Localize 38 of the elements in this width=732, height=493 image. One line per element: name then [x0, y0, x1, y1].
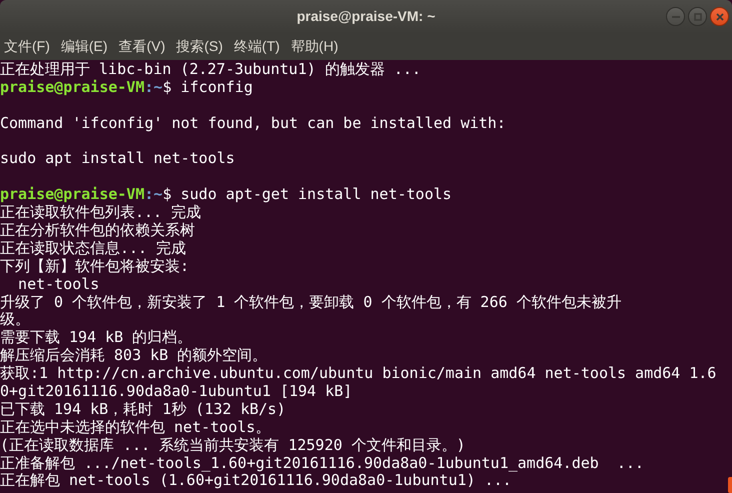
close-button[interactable]	[710, 7, 729, 26]
output-line: 正在处理用于 libc-bin (2.27-3ubuntu1) 的触发器 ...	[0, 61, 421, 79]
minimize-button[interactable]	[666, 7, 685, 26]
output-line: 正在选中未选择的软件包 net-tools。	[0, 418, 270, 437]
output-line: 获取:1 http://cn.archive.ubuntu.com/ubuntu bionic/main amd64 net-tools amd64 1.6	[0, 365, 716, 384]
output-line: 解压缩后会消耗 803 kB 的额外空间。	[0, 347, 268, 366]
prompt-user: praise@praise-VM	[0, 186, 144, 204]
output-line: (正在读取数据库 ... 系统当前共安装有 125920 个文件和目录。)	[0, 436, 466, 455]
output-line: 已下载 194 kB，耗时 1秒 (132 kB/s)	[0, 400, 286, 419]
maximize-button[interactable]	[688, 7, 707, 26]
scrollbar-thumb[interactable]	[728, 477, 732, 493]
menu-item[interactable]: 终端(T)	[234, 36, 280, 57]
maximize-icon	[694, 12, 702, 20]
output-line: 需要下载 194 kB 的归档。	[0, 329, 192, 348]
prompt-path: :~	[144, 186, 163, 204]
output-line: 0+git20161116.90da8a0-1ubuntu1 [194 kB]	[0, 383, 352, 401]
menu-item[interactable]: 查看(V)	[118, 36, 166, 57]
output-line: 下列【新】软件包将被安装:	[0, 258, 190, 276]
close-icon	[716, 12, 724, 20]
output-line: 正在分析软件包的依赖关系树	[0, 222, 195, 240]
menu-item[interactable]: 搜索(S)	[176, 36, 223, 57]
output-line: Command 'ifconfig' not found, but can be installed with:	[0, 114, 506, 133]
output-line: net-tools	[17, 276, 100, 294]
prompt-path: :~	[144, 78, 163, 97]
output-line: 正在读取软件包列表... 完成	[0, 204, 202, 222]
command-text: $ ifconfig	[162, 78, 253, 97]
prompt-user: praise@praise-VM	[0, 78, 144, 97]
output-line: 正在读取状态信息... 完成	[0, 240, 186, 258]
output-line: 级。	[0, 311, 30, 330]
output-line: 正准备解包 .../net-tools_1.60+git20161116.90da8a0-1ubuntu1_amd64.deb ...	[0, 454, 644, 472]
window-title: praise@praise-VM: ~	[296, 7, 436, 26]
output-line: 正在解包 net-tools (1.60+git20161116.90da8a0-1ubuntu1) ...	[0, 472, 512, 490]
output-line: 升级了 0 个软件包，新安装了 1 个软件包，要卸载 0 个软件包，有 266 个软件包未被升	[0, 294, 622, 312]
menu-item[interactable]: 帮助(H)	[290, 36, 338, 57]
command-text: $ sudo apt-get install net-tools	[162, 186, 452, 204]
output-line: sudo apt install net-tools	[0, 150, 235, 168]
menu-item[interactable]: 文件(F)	[4, 36, 50, 57]
menu-item[interactable]: 编辑(E)	[60, 36, 108, 57]
